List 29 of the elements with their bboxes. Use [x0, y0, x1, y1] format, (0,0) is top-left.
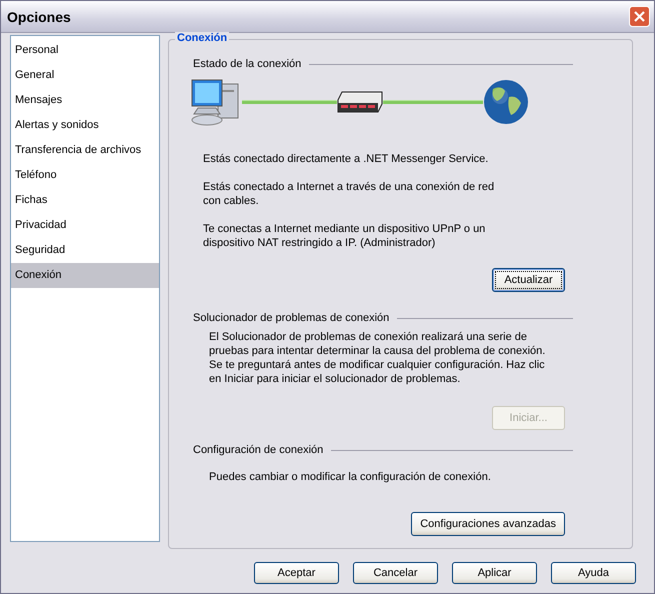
dialog-button[interactable]: Ayuda	[551, 562, 636, 584]
category-item[interactable]: Conexión	[11, 263, 159, 288]
info-text: El Solucionador de problemas de conexión realizará una serie de pruebas para intentar determinar la causa del problema de conexión. Se te preguntará antes de modificar cualquier configuración. Haz clic en Iniciar para iniciar el solucionador de problemas.	[209, 330, 546, 386]
dialog-button[interactable]: Aceptar	[254, 562, 339, 584]
group-title: Conexión	[175, 32, 230, 44]
section-heading: Configuración de conexión	[193, 444, 324, 456]
category-item[interactable]: Transferencia de archivos	[11, 138, 159, 163]
info-text: Te conectas a Internet mediante un dispositivo UPnP o un dispositivo NAT restringido a IP. (Administrador)	[203, 222, 486, 250]
category-item[interactable]: Privacidad	[11, 213, 159, 238]
category-item[interactable]: Seguridad	[11, 238, 159, 263]
dialog-button[interactable]: Aplicar	[452, 562, 537, 584]
category-item[interactable]: Teléfono	[11, 163, 159, 188]
category-item[interactable]: Alertas y sonidos	[11, 113, 159, 138]
category-item[interactable]: Personal	[11, 38, 159, 63]
section-heading: Estado de la conexión	[193, 58, 302, 70]
info-text: Estás conectado directamente a .NET Messenger Service.	[203, 152, 490, 166]
network-hub-icon	[337, 91, 383, 113]
info-text: Puedes cambiar o modificar la configuración de conexión.	[209, 470, 492, 484]
action-button[interactable]: Actualizar	[492, 268, 565, 292]
window-title: Opciones	[7, 8, 71, 24]
action-button[interactable]: Configuraciones avanzadas	[411, 512, 565, 536]
category-item[interactable]: Mensajes	[11, 88, 159, 113]
category-item[interactable]: General	[11, 63, 159, 88]
category-item[interactable]: Fichas	[11, 188, 159, 213]
info-text: Estás conectado a Internet a través de una conexión de red con cables.	[203, 180, 496, 208]
close-icon[interactable]	[629, 6, 650, 27]
section-heading: Solucionador de problemas de conexión	[193, 312, 390, 324]
globe-icon	[483, 79, 529, 125]
dialog-button[interactable]: Cancelar	[353, 562, 438, 584]
